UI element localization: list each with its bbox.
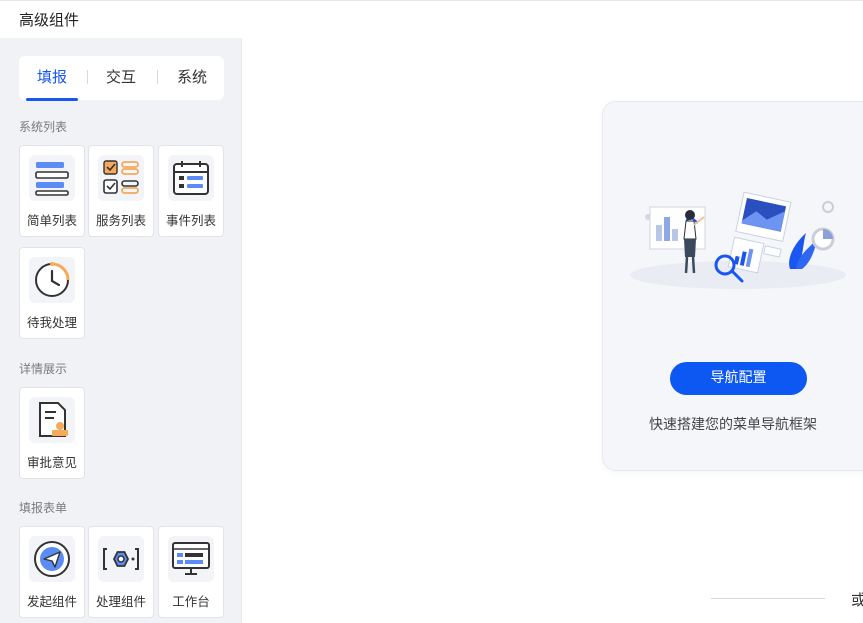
component-simple-list[interactable]: 简单列表 <box>19 145 85 237</box>
component-label: 发起组件 <box>26 594 77 609</box>
component-service-list[interactable]: 服务列表 <box>88 145 154 237</box>
component-event-list[interactable]: 事件列表 <box>158 145 224 237</box>
section-title-detail-display: 详情展示 <box>19 362 68 376</box>
tab-interaction[interactable]: 交互 <box>89 56 153 100</box>
component-approval-opinion[interactable]: 审批意见 <box>19 387 85 479</box>
component-process[interactable]: 处理组件 <box>88 526 154 618</box>
component-label: 服务列表 <box>95 213 146 228</box>
clock-icon <box>29 257 75 303</box>
header-bar: 高级组件 <box>0 0 863 39</box>
workbench-monitor-icon <box>168 536 214 582</box>
tab-fill[interactable]: 填报 <box>20 56 84 100</box>
component-label: 工作台 <box>172 594 210 609</box>
component-label: 事件列表 <box>165 213 216 228</box>
component-label: 待我处理 <box>26 315 77 330</box>
component-label: 简单列表 <box>26 213 77 228</box>
component-label: 处理组件 <box>95 594 146 609</box>
component-pending-tasks[interactable]: 待我处理 <box>19 247 85 339</box>
process-gear-icon <box>98 536 144 582</box>
panel-title: 高级组件 <box>19 11 80 29</box>
component-workbench[interactable]: 工作台 <box>158 526 224 618</box>
event-calendar-icon <box>168 155 214 201</box>
or-label: 或 <box>851 591 863 609</box>
tab-divider <box>157 70 158 84</box>
section-title-form: 填报表单 <box>19 501 68 515</box>
active-tab-indicator <box>26 98 78 101</box>
or-divider-line <box>711 598 825 599</box>
list-icon <box>29 155 75 201</box>
nav-config-button[interactable]: 导航配置 <box>670 362 807 395</box>
tab-system[interactable]: 系统 <box>160 56 224 100</box>
component-initiate[interactable]: 发起组件 <box>19 526 85 618</box>
dashboard-illustration <box>630 191 846 289</box>
send-icon <box>29 536 75 582</box>
tab-bar: 填报 交互 系统 <box>19 56 224 101</box>
tab-divider <box>87 70 88 84</box>
section-title-system-list: 系统列表 <box>19 120 68 134</box>
nav-config-description: 快速搭建您的菜单导航框架 <box>649 417 817 433</box>
approval-document-icon <box>29 397 75 443</box>
component-sidebar: 填报 交互 系统 系统列表 简单列表 服务列表 事件列表 待我处理 详情展示 审… <box>0 38 242 623</box>
service-list-icon <box>98 155 144 201</box>
component-label: 审批意见 <box>26 455 77 470</box>
